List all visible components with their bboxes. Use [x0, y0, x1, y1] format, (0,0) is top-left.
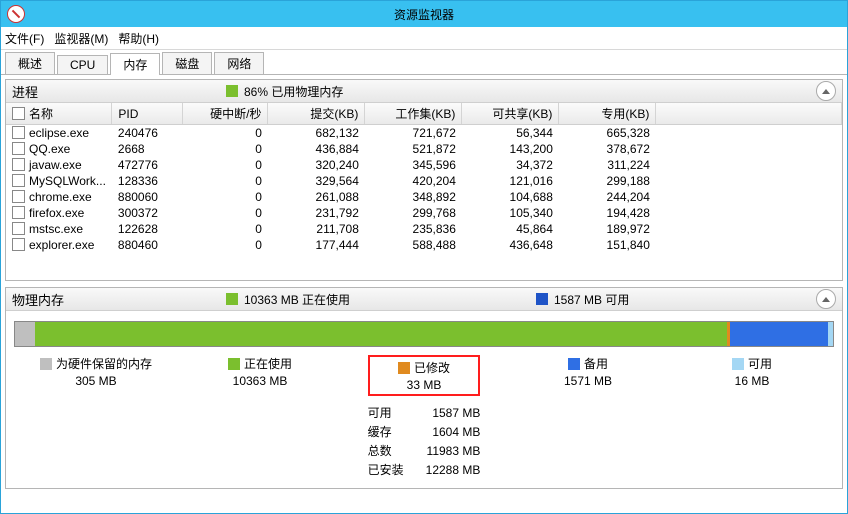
- chevron-up-icon: [822, 297, 830, 302]
- memory-stats: 可用1587 MB 缓存1604 MB 总数11983 MB 已安装12288 …: [14, 402, 834, 480]
- avail-swatch: [536, 293, 548, 305]
- table-row[interactable]: chrome.exe8800600261,088348,892104,68824…: [6, 189, 842, 205]
- app-window: 资源监视器 文件(F) 监视器(M) 帮助(H) 概述 CPU 内存 磁盘 网络…: [0, 0, 848, 514]
- chevron-up-icon: [822, 89, 830, 94]
- swatch-modified: [398, 362, 410, 374]
- col-hard[interactable]: 硬中断/秒: [183, 103, 268, 125]
- menu-monitor[interactable]: 监视器(M): [54, 30, 108, 47]
- processes-header[interactable]: 进程 86% 已用物理内存: [6, 80, 842, 103]
- swatch-reserved: [40, 358, 52, 370]
- physmem-header[interactable]: 物理内存 10363 MB 正在使用 1587 MB 可用: [6, 288, 842, 311]
- tab-disk[interactable]: 磁盘: [162, 52, 212, 74]
- swatch-standby: [568, 358, 580, 370]
- table-row[interactable]: MySQLWork...1283360329,564420,204121,016…: [6, 173, 842, 189]
- tab-memory[interactable]: 内存: [110, 53, 160, 75]
- membar-seg-standby: [730, 322, 828, 346]
- swatch-free: [732, 358, 744, 370]
- legend-standby: 备用 1571 MB: [506, 355, 670, 396]
- legend-inuse: 正在使用 10363 MB: [178, 355, 342, 396]
- processes-title: 进程: [12, 82, 38, 101]
- processes-table: 名称 PID 硬中断/秒 提交(KB) 工作集(KB) 可共享(KB) 专用(K…: [6, 103, 842, 253]
- tab-overview[interactable]: 概述: [5, 52, 55, 74]
- app-icon: [7, 5, 25, 23]
- legend-reserved: 为硬件保留的内存 305 MB: [14, 355, 178, 396]
- col-share[interactable]: 可共享(KB): [462, 103, 559, 125]
- row-checkbox[interactable]: [12, 238, 25, 251]
- row-checkbox[interactable]: [12, 174, 25, 187]
- avail-text: 1587 MB 可用: [554, 291, 629, 308]
- row-checkbox[interactable]: [12, 126, 25, 139]
- col-private[interactable]: 专用(KB): [559, 103, 656, 125]
- mem-usage-text: 86% 已用物理内存: [244, 83, 343, 100]
- table-row[interactable]: explorer.exe8804600177,444588,488436,648…: [6, 237, 842, 253]
- membar-seg-inuse: [35, 322, 726, 346]
- used-swatch: [226, 293, 238, 305]
- table-row[interactable]: eclipse.exe2404760682,132721,67256,34466…: [6, 125, 842, 142]
- select-all-checkbox[interactable]: [12, 107, 25, 120]
- tab-cpu[interactable]: CPU: [57, 55, 108, 74]
- table-row[interactable]: firefox.exe3003720231,792299,768105,3401…: [6, 205, 842, 221]
- used-text: 10363 MB 正在使用: [244, 291, 350, 308]
- physmem-panel: 物理内存 10363 MB 正在使用 1587 MB 可用 为硬件保留的内存 3…: [5, 287, 843, 489]
- highlight-box: 已修改 33 MB: [368, 355, 480, 396]
- membar-seg-free: [828, 322, 833, 346]
- col-commit[interactable]: 提交(KB): [268, 103, 365, 125]
- processes-panel: 进程 86% 已用物理内存 名称 PID 硬中断/秒 提交(KB) 工: [5, 79, 843, 281]
- col-filler: [656, 103, 842, 125]
- menu-help[interactable]: 帮助(H): [118, 30, 159, 47]
- physmem-title: 物理内存: [12, 290, 64, 309]
- processes-expander[interactable]: [816, 81, 836, 101]
- window-title: 资源监视器: [394, 6, 454, 23]
- mem-usage-swatch: [226, 85, 238, 97]
- table-row[interactable]: mstsc.exe1226280211,708235,83645,864189,…: [6, 221, 842, 237]
- row-checkbox[interactable]: [12, 222, 25, 235]
- titlebar: 资源监视器: [1, 1, 847, 27]
- menubar: 文件(F) 监视器(M) 帮助(H): [1, 27, 847, 50]
- tabs: 概述 CPU 内存 磁盘 网络: [1, 50, 847, 75]
- row-checkbox[interactable]: [12, 142, 25, 155]
- memory-legend: 为硬件保留的内存 305 MB 正在使用 10363 MB 已修改 33 MB: [14, 355, 834, 396]
- table-row[interactable]: javaw.exe4727760320,240345,59634,372311,…: [6, 157, 842, 173]
- col-working[interactable]: 工作集(KB): [365, 103, 462, 125]
- legend-modified: 已修改 33 MB: [342, 355, 506, 396]
- membar-seg-reserved: [15, 322, 35, 346]
- memory-bar: [14, 321, 834, 347]
- tab-network[interactable]: 网络: [214, 52, 264, 74]
- row-checkbox[interactable]: [12, 158, 25, 171]
- legend-free: 可用 16 MB: [670, 355, 834, 396]
- swatch-inuse: [228, 358, 240, 370]
- col-name[interactable]: 名称: [6, 103, 112, 125]
- row-checkbox[interactable]: [12, 190, 25, 203]
- table-row[interactable]: QQ.exe26680436,884521,872143,200378,672: [6, 141, 842, 157]
- row-checkbox[interactable]: [12, 206, 25, 219]
- col-pid[interactable]: PID: [112, 103, 183, 125]
- physmem-expander[interactable]: [816, 289, 836, 309]
- menu-file[interactable]: 文件(F): [5, 30, 44, 47]
